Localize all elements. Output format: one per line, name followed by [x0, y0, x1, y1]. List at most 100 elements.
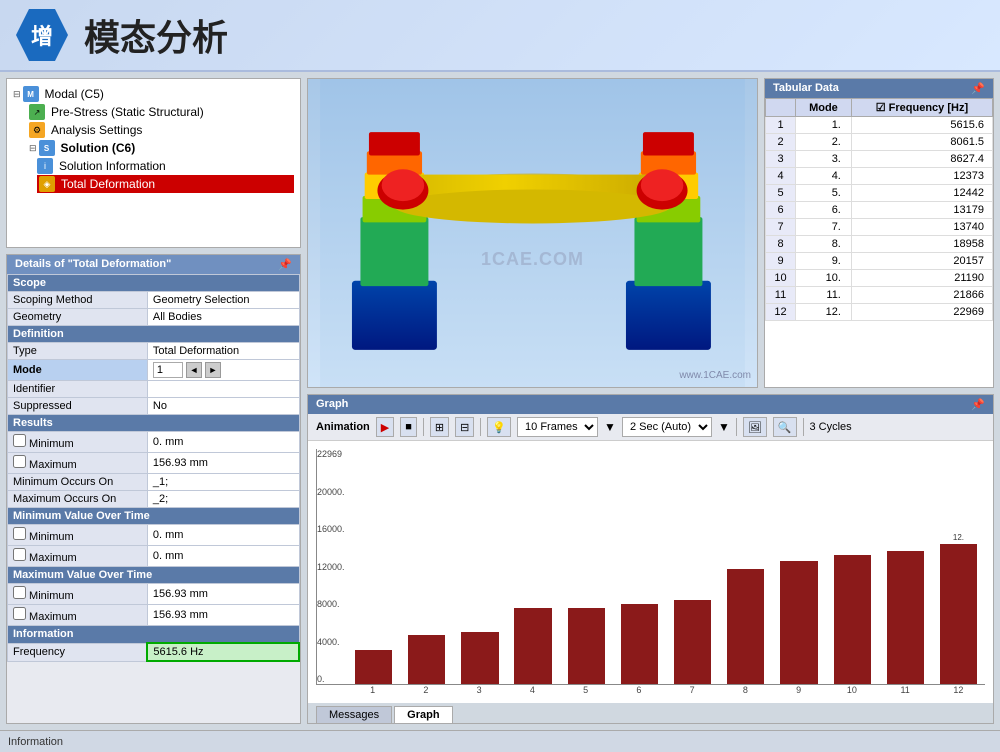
- tabular-cell-row: 3: [766, 151, 796, 168]
- bar-wrap: [613, 590, 666, 684]
- bar-wrap: [560, 594, 613, 684]
- tabular-cell-freq: 22969: [851, 304, 992, 321]
- tabular-cell-freq: 8061.5: [851, 134, 992, 151]
- play-button[interactable]: ▶: [376, 417, 394, 437]
- x-axis-label: 5: [559, 685, 612, 695]
- details-row: Mode ◄►: [8, 360, 300, 381]
- tabular-row: 1010.21190: [766, 270, 993, 287]
- x-axis-label: 10: [825, 685, 878, 695]
- tabular-row: 88.18958: [766, 236, 993, 253]
- details-checkbox[interactable]: [13, 455, 26, 468]
- bar-chart: 0.4000.8000.12000.16000.20000.22969 12.: [316, 449, 985, 685]
- bar-wrap: [772, 547, 825, 684]
- tabular-cell-freq: 21866: [851, 287, 992, 304]
- tabular-cell-mode: 9.: [796, 253, 852, 270]
- frames-view-btn[interactable]: ⊞: [430, 417, 449, 437]
- mode-input[interactable]: [153, 362, 183, 378]
- page-title: 模态分析: [84, 9, 228, 61]
- details-label: Type: [8, 343, 148, 360]
- x-axis-label: 4: [506, 685, 559, 695]
- details-title-text: Details of "Total Deformation": [15, 258, 171, 271]
- tabular-cell-freq: 21190: [851, 270, 992, 287]
- tree-item-modal-c5[interactable]: ⊟ M Modal (C5): [13, 85, 294, 103]
- tabular-row: 1111.21866: [766, 287, 993, 304]
- tabular-row: 33.8627.4: [766, 151, 993, 168]
- export-btn[interactable]: 🖼: [743, 417, 767, 437]
- section-header-maximum-value-over-time: Maximum Value Over Time: [8, 567, 300, 584]
- details-row: Scoping MethodGeometry Selection: [8, 292, 300, 309]
- frames-select[interactable]: 10 Frames: [517, 417, 598, 437]
- tabular-cell-freq: 13179: [851, 202, 992, 219]
- details-value: _2;: [147, 491, 299, 508]
- x-axis-label: 2: [399, 685, 452, 695]
- details-label: Maximum: [8, 605, 148, 626]
- details-label: Suppressed: [8, 398, 148, 415]
- details-value: 156.93 mm: [147, 605, 299, 626]
- header-hex-icon: 增: [16, 9, 68, 61]
- details-checkbox[interactable]: [13, 527, 26, 540]
- tabular-cell-mode: 7.: [796, 219, 852, 236]
- tree-item-solution-c6[interactable]: ⊟ S Solution (C6): [29, 139, 294, 157]
- tab-messages[interactable]: Messages: [316, 706, 392, 723]
- top-row: 1CAE.COM www.1CAE.com Tabular Data 📌 Mod…: [307, 78, 994, 388]
- details-checkbox[interactable]: [13, 607, 26, 620]
- cycles-label: 3 Cycles: [810, 421, 852, 433]
- details-row: Maximum156.93 mm: [8, 605, 300, 626]
- zoom-btn[interactable]: 🔍: [773, 417, 797, 437]
- footer: Information: [0, 730, 1000, 752]
- stop-button[interactable]: ■: [400, 417, 417, 437]
- details-panel: Details of "Total Deformation" 📌 ScopeSc…: [6, 254, 301, 724]
- analysis-icon: ⚙: [29, 122, 45, 138]
- tree-item-total-deformation[interactable]: ◈ Total Deformation: [37, 175, 294, 193]
- animation-mode-btn[interactable]: ⊟: [455, 417, 474, 437]
- tab-graph[interactable]: Graph: [394, 706, 452, 723]
- tabular-cell-row: 11: [766, 287, 796, 304]
- bar: [568, 608, 605, 684]
- tree-item-analysis-settings[interactable]: ⚙ Analysis Settings: [29, 121, 294, 139]
- tabular-row: 11.5615.6: [766, 117, 993, 134]
- details-checkbox[interactable]: [13, 586, 26, 599]
- tree-label-modal: Modal (C5): [45, 87, 104, 101]
- details-label: Minimum: [8, 432, 148, 453]
- bar: [408, 635, 445, 684]
- details-checkbox[interactable]: [13, 548, 26, 561]
- light-bulb-btn[interactable]: 💡: [487, 417, 511, 437]
- tabular-cell-mode: 1.: [796, 117, 852, 134]
- details-label: Mode: [8, 360, 148, 381]
- details-label: Maximum: [8, 453, 148, 474]
- details-label: Minimum: [8, 525, 148, 546]
- details-checkbox[interactable]: [13, 434, 26, 447]
- col-header-row: [766, 99, 796, 117]
- tree-label-info: Solution Information: [59, 159, 166, 173]
- mode-prev-button[interactable]: ◄: [186, 362, 202, 378]
- details-label: Minimum Occurs On: [8, 474, 148, 491]
- expand-solution-icon: ⊟: [29, 143, 37, 154]
- details-row: Maximum156.93 mm: [8, 453, 300, 474]
- details-row: Minimum0. mm: [8, 525, 300, 546]
- details-label: Geometry: [8, 309, 148, 326]
- bar: [887, 551, 924, 684]
- speed-select[interactable]: 2 Sec (Auto): [622, 417, 712, 437]
- tabular-cell-mode: 8.: [796, 236, 852, 253]
- tree-item-solution-info[interactable]: i Solution Information: [37, 157, 294, 175]
- x-axis-label: 12: [932, 685, 985, 695]
- tabular-title: Tabular Data 📌: [765, 79, 993, 98]
- mode-next-button[interactable]: ►: [205, 362, 221, 378]
- bar: [940, 544, 977, 684]
- tabular-row: 55.12442: [766, 185, 993, 202]
- tabular-cell-row: 8: [766, 236, 796, 253]
- details-row: Maximum0. mm: [8, 546, 300, 567]
- col-header-mode: Mode: [796, 99, 852, 117]
- bar-wrap: [347, 636, 400, 684]
- tabular-row: 99.20157: [766, 253, 993, 270]
- toolbar-separator-4: [803, 418, 804, 436]
- bar-wrap: [826, 541, 879, 684]
- tree-item-pre-stress[interactable]: ↗ Pre-Stress (Static Structural): [29, 103, 294, 121]
- tree-label-deform: Total Deformation: [61, 177, 155, 191]
- tabular-pin-icon: 📌: [971, 82, 985, 95]
- bar: [674, 600, 711, 684]
- x-axis-label: 8: [719, 685, 772, 695]
- x-axis-label: 6: [612, 685, 665, 695]
- details-label: Maximum Occurs On: [8, 491, 148, 508]
- y-axis-label: 16000.: [317, 524, 345, 534]
